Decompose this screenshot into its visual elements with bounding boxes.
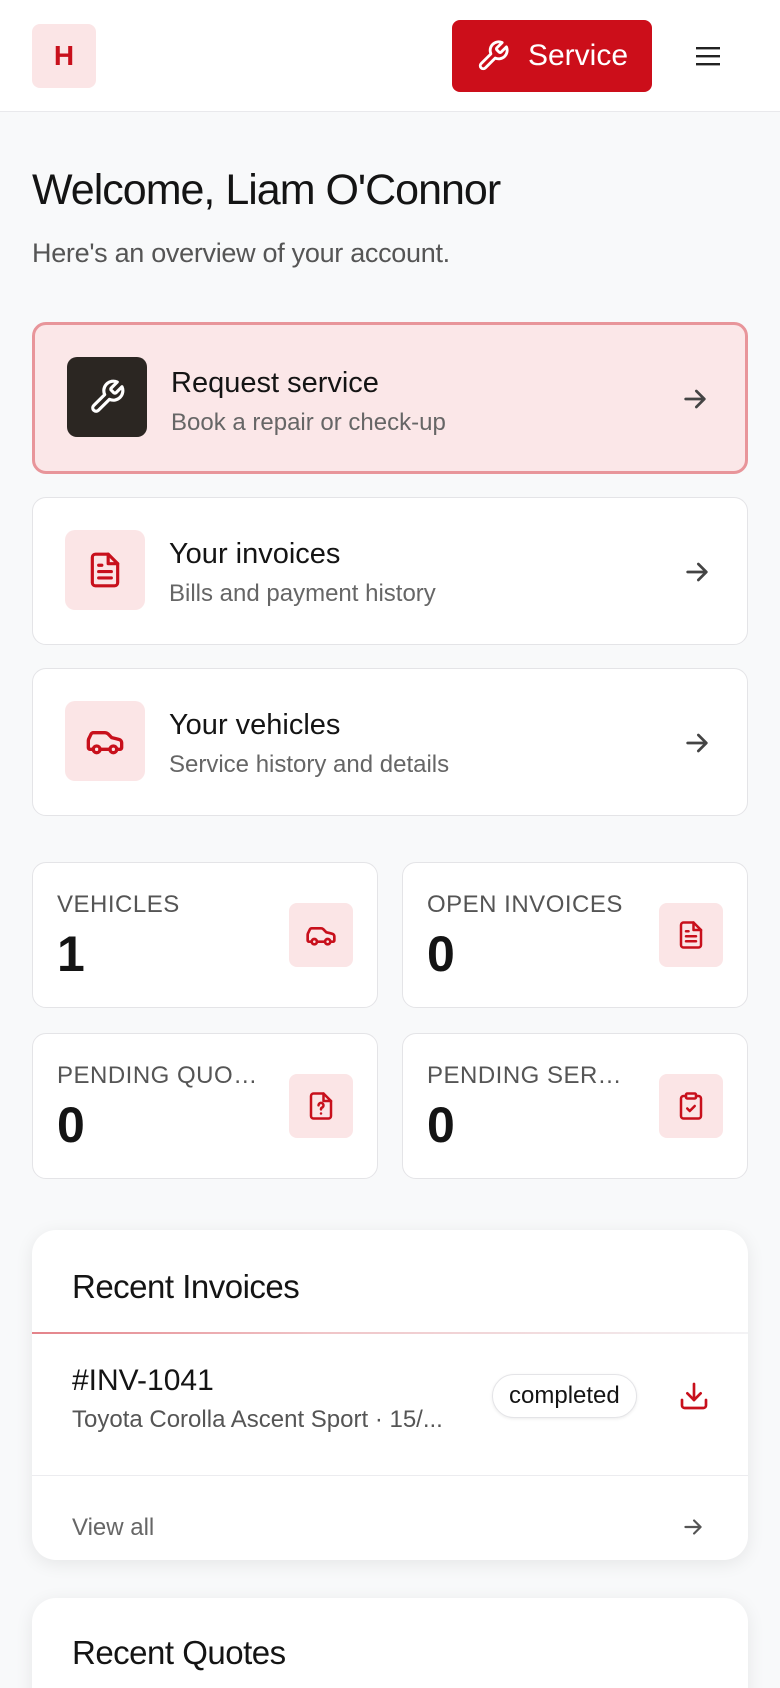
recent-invoices-panel: Recent Invoices #INV-1041 Toyota Corolla… <box>32 1230 748 1560</box>
stat-icon-box <box>289 1074 353 1138</box>
hamburger-menu-icon <box>696 47 720 66</box>
stat-icon-box <box>289 903 353 967</box>
stat-pending-services[interactable]: PENDING SERVICES 0 <box>402 1033 748 1179</box>
stat-open-invoices[interactable]: OPEN INVOICES 0 <box>402 862 748 1008</box>
invoice-number: #INV-1041 <box>72 1364 214 1397</box>
recent-quotes-panel: Recent Quotes <box>32 1598 748 1688</box>
clipboard-check-icon <box>679 1092 703 1120</box>
document-icon <box>679 921 703 949</box>
logo-letter: H <box>53 40 75 71</box>
status-badge: completed <box>492 1374 637 1418</box>
vehicles-card[interactable]: Your vehicles Service history and detail… <box>32 668 748 816</box>
car-icon <box>86 731 124 755</box>
page-subtitle: Here's an overview of your account. <box>32 238 450 268</box>
brand-logo[interactable]: H <box>32 24 96 88</box>
download-icon[interactable] <box>678 1380 710 1412</box>
recent-invoices-title: Recent Invoices <box>72 1268 300 1305</box>
vehicles-icon-box <box>65 701 145 781</box>
wrench-icon <box>91 379 125 413</box>
page-title: Welcome, Liam O'Connor <box>32 166 501 214</box>
stat-value: 0 <box>427 926 455 982</box>
invoice-description: Toyota Corolla Ascent Sport · 15/... <box>72 1406 443 1433</box>
stat-label: OPEN INVOICES <box>427 891 623 918</box>
arrow-right-icon[interactable] <box>680 1514 706 1540</box>
action-title: Your vehicles <box>169 709 341 741</box>
stat-icon-box <box>659 1074 723 1138</box>
recent-quotes-title: Recent Quotes <box>72 1634 286 1671</box>
question-file-icon <box>309 1092 333 1120</box>
invoices-icon-box <box>65 530 145 610</box>
menu-button[interactable] <box>690 36 726 76</box>
view-all-link[interactable]: View all <box>72 1514 154 1542</box>
action-description: Book a repair or check-up <box>171 409 446 436</box>
stat-label: PENDING SERVICES <box>427 1062 637 1089</box>
invoice-row[interactable]: #INV-1041 Toyota Corolla Ascent Sport · … <box>32 1330 748 1476</box>
arrow-right-icon <box>686 562 708 582</box>
stat-value: 0 <box>57 1097 85 1153</box>
arrow-right-icon <box>686 733 708 753</box>
action-title: Your invoices <box>169 538 341 570</box>
request-service-icon-box <box>67 357 147 437</box>
stat-label: PENDING QUOTES <box>57 1062 267 1089</box>
request-service-card[interactable]: Request service Book a repair or check-u… <box>32 322 748 474</box>
action-description: Bills and payment history <box>169 580 436 607</box>
action-description: Service history and details <box>169 751 450 778</box>
stat-label: VEHICLES <box>57 891 180 918</box>
app-header: H Service <box>0 0 780 112</box>
stat-icon-box <box>659 903 723 967</box>
stat-vehicles[interactable]: VEHICLES 1 <box>32 862 378 1008</box>
action-title: Request service <box>171 367 379 399</box>
arrow-right-icon <box>684 389 706 409</box>
service-button-label: Service <box>527 39 629 72</box>
stat-value: 0 <box>427 1097 455 1153</box>
car-icon <box>306 927 336 946</box>
invoices-card[interactable]: Your invoices Bills and payment history <box>32 497 748 645</box>
wrench-icon <box>478 40 509 71</box>
document-icon <box>90 552 120 588</box>
stat-value: 1 <box>57 926 85 982</box>
stat-pending-quotes[interactable]: PENDING QUOTES 0 <box>32 1033 378 1179</box>
service-button[interactable]: Service <box>452 20 652 92</box>
